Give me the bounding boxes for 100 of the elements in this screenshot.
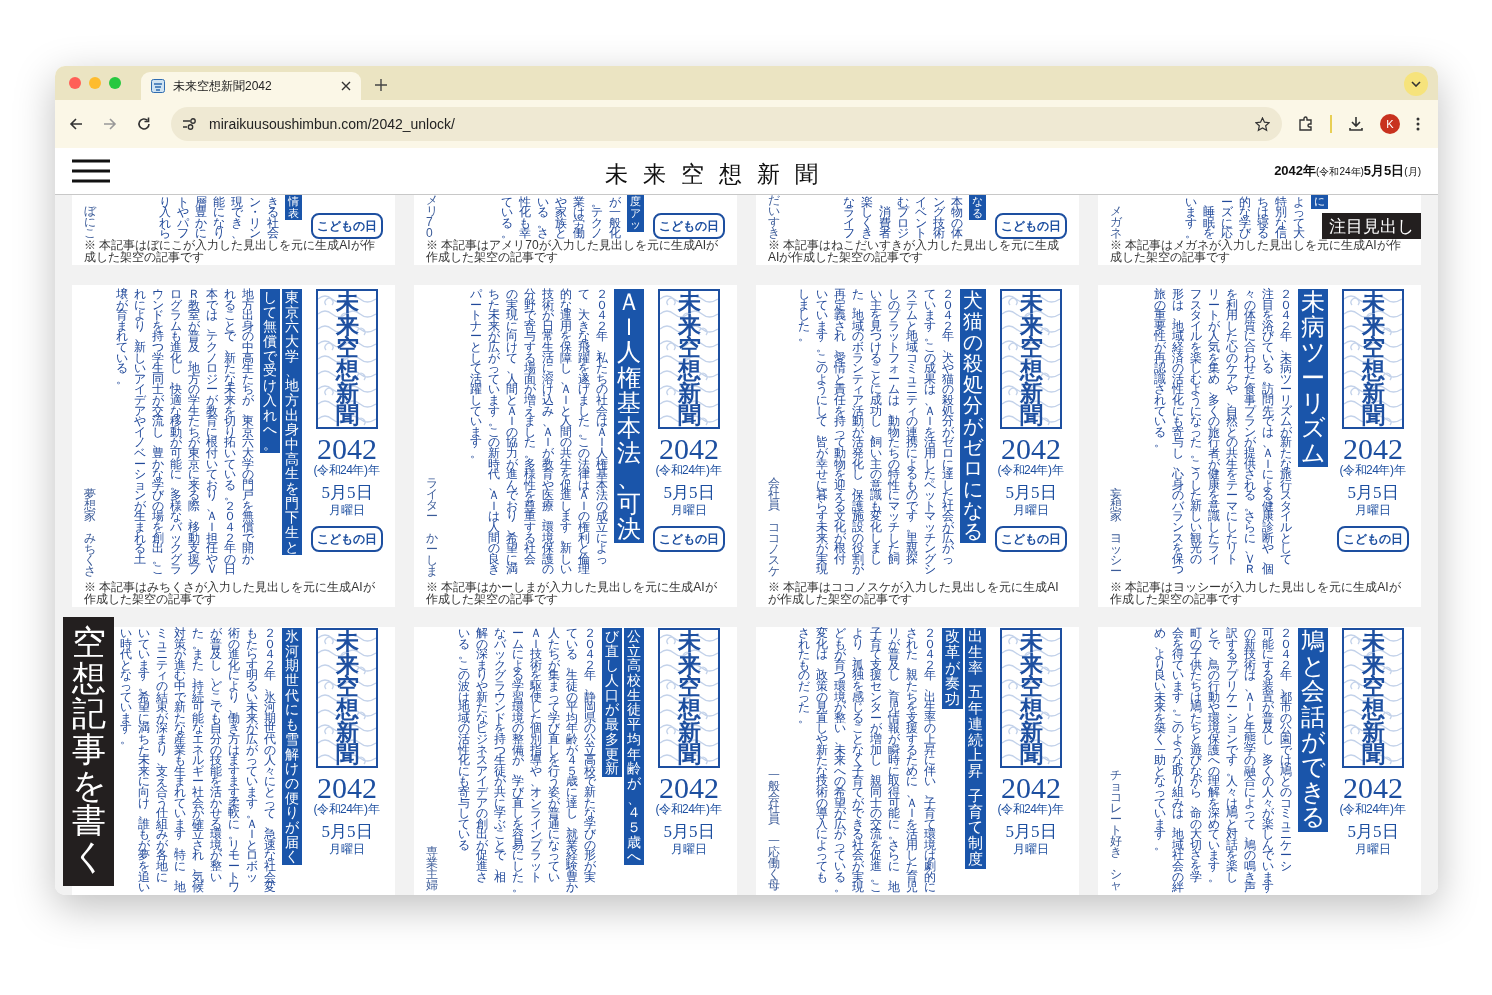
write-article-button[interactable]: 空想記事を書く bbox=[63, 617, 114, 886]
article-text: もたらす明るい未来が広がっています。ＡＩとロボッ bbox=[246, 628, 258, 883]
article-text: 変化は、政策の見直しや新たな技術の導入によっても bbox=[816, 628, 828, 883]
menu-icon[interactable] bbox=[72, 159, 110, 183]
article-text: の実現に向けて、人間とＡＩの協力が進んでおり、希望に満 bbox=[506, 289, 518, 576]
footnote-text: ※ 本記事はアメリ70が入力した見出しを元に生成AIが作成した架空の記事です bbox=[425, 239, 720, 265]
tag-button[interactable]: こどもの日 bbox=[653, 213, 725, 239]
weekday-text: 月曜日 bbox=[329, 504, 365, 516]
author-name: 夢想家 bbox=[84, 489, 96, 522]
headline-text: 改革が奏功 bbox=[945, 629, 960, 708]
headline-text: 公立高校生徒平均年齢が、４５歳へ bbox=[627, 629, 641, 864]
year-unit-text: 年 bbox=[1052, 803, 1065, 815]
article-text: ウンドを持つ学生同士が交流し、豊かな学びの場を創出。こ bbox=[152, 289, 164, 576]
forward-icon[interactable] bbox=[103, 117, 117, 131]
year-text: 2042 bbox=[1343, 773, 1403, 803]
article-text: ２０４２年、出生率の上昇に伴い、子育て環境は劇的に bbox=[924, 628, 936, 893]
headline-text: ＡＩ人権基本法、可決 bbox=[617, 290, 641, 542]
article-text: しました。 bbox=[798, 289, 810, 342]
close-icon[interactable] bbox=[341, 81, 351, 91]
article-text: 性化も幸 bbox=[519, 196, 531, 239]
author-name: ぼにこ bbox=[84, 206, 96, 239]
reload-icon[interactable] bbox=[137, 117, 151, 131]
author-name: かーしま bbox=[426, 533, 438, 577]
article-text: 層豊かに bbox=[195, 196, 207, 239]
masthead-title: 未来空想新聞 bbox=[677, 291, 701, 427]
download-icon[interactable] bbox=[1348, 116, 1364, 132]
author-name: 一応働く母 bbox=[768, 836, 780, 891]
article-text: 技術が日常生活に溶け込み、ＡＩが教育や医療、環境保護の bbox=[542, 289, 554, 576]
footnote-text: ※ 本記事はメガネが入力した見出しを元に生成AIが作成した架空の記事です bbox=[1109, 239, 1402, 265]
article-text: トやパフ bbox=[177, 196, 189, 239]
featured-label[interactable]: 注目見出し bbox=[1322, 213, 1421, 239]
masthead-title: 未来空想新聞 bbox=[335, 291, 359, 427]
tag-button[interactable]: こどもの日 bbox=[311, 213, 383, 239]
article-text: 形は、地域経済の活性化にも寄与し、心身のバランスを保つ bbox=[1172, 289, 1184, 576]
headline-text: なる bbox=[972, 196, 983, 220]
bookmark-star-icon[interactable] bbox=[1255, 116, 1270, 132]
tag-button[interactable]: こどもの日 bbox=[653, 526, 725, 552]
author-name: 会社員 bbox=[768, 478, 780, 511]
tab-search-button[interactable] bbox=[1404, 72, 1428, 96]
date-text: 5月5日 bbox=[663, 484, 715, 501]
headline-text: 出生率 bbox=[968, 629, 983, 677]
article-text: 再定義され、愛情と責任を持って動物を迎える文化が根付 bbox=[834, 289, 846, 565]
year-unit-text: 年 bbox=[1052, 464, 1065, 476]
tag-button[interactable]: こどもの日 bbox=[995, 213, 1067, 239]
article-text: 特別な信 bbox=[1275, 196, 1287, 239]
article-text: が一般化 bbox=[609, 196, 621, 239]
headline-text: 度アッ bbox=[630, 196, 641, 231]
date-text: 5月5日 bbox=[1005, 823, 1057, 840]
article-text: パートナーとして活躍しています。 bbox=[470, 289, 482, 459]
year-text: 2042 bbox=[659, 773, 719, 803]
era-text: (令和24年) bbox=[1339, 803, 1394, 815]
menu-icon[interactable] bbox=[1416, 117, 1420, 131]
date-text: 5月5日 bbox=[321, 823, 373, 840]
year-text: 2042 bbox=[317, 434, 377, 464]
address-bar[interactable]: miraikuusoushimbun.com/2042_unlock/ bbox=[171, 107, 1282, 141]
tag-button[interactable]: こどもの日 bbox=[1337, 526, 1409, 552]
article-text: なライフ bbox=[843, 196, 855, 239]
article-text: 会を得ています。このような取り組みは、地域社会の絆 bbox=[1172, 628, 1184, 893]
year-unit-text: 年 bbox=[1394, 803, 1407, 815]
url-text: miraikuusoushimbun.com/2042_unlock/ bbox=[209, 114, 456, 134]
tag-button[interactable]: こどもの日 bbox=[995, 526, 1067, 552]
back-icon[interactable] bbox=[69, 117, 83, 131]
author-name: みちくさ bbox=[84, 533, 96, 577]
article-text: リが普及し、育児情報が瞬時に取得可能に。さらに、地 bbox=[888, 628, 900, 893]
article-text: い主を見つけることに成功し、飼い主の意識も変化しまし bbox=[870, 289, 882, 565]
site-settings-icon[interactable] bbox=[183, 118, 197, 130]
article-text: ています。この成果は、ＡＩを活用したペットマッチングシ bbox=[924, 289, 936, 576]
profile-avatar[interactable]: K bbox=[1380, 114, 1400, 134]
year-text: 2042 bbox=[659, 434, 719, 464]
date-text: 5月5日 bbox=[321, 484, 373, 501]
tag-button[interactable]: こどもの日 bbox=[311, 526, 383, 552]
article-text: 業は労働 bbox=[573, 196, 585, 239]
author-name: メガネ bbox=[1110, 206, 1122, 239]
issue-date: 2042年(令和24年)5月5日(月) bbox=[1274, 162, 1421, 181]
footnote-text: ※ 本記事はかーしまが入力した見出しを元に生成AIが作成した架空の記事です bbox=[425, 581, 718, 607]
footnote-text: ※ 本記事はみちくさが入力した見出しを元に生成AIが作成した架空の記事です bbox=[83, 581, 376, 607]
footnote-text: ※ 本記事はココノスケが入力した見出しを元に生成AIが作成した架空の記事です bbox=[767, 581, 1060, 607]
extensions-icon[interactable] bbox=[1298, 116, 1314, 132]
article-text: ている。生徒の平均年齢が４５歳に達し、就業経験豊か bbox=[566, 628, 578, 893]
new-tab-icon[interactable] bbox=[375, 79, 387, 91]
author-name: メリ70 bbox=[426, 195, 438, 239]
year-unit-text: 年 bbox=[368, 803, 381, 815]
article-text: います。 bbox=[1185, 196, 1197, 239]
date-text: 5月5日 bbox=[1347, 823, 1399, 840]
date-text: 5月5日 bbox=[663, 823, 715, 840]
article-text: を利用した心のケアや、自然との共生をテーマにしたリト bbox=[1226, 289, 1238, 565]
weekday-text: 月曜日 bbox=[671, 843, 707, 855]
headline-text: 東京六大学、地方出身中高生を門下生と bbox=[285, 290, 299, 555]
article-text: きる社会 bbox=[267, 196, 279, 239]
article-text: 術の進化により、働き方はますます柔軟に。リモートワ bbox=[228, 628, 240, 893]
article-text: 解の深まりや新たなビジネスアイデアの創出が促進さ bbox=[476, 628, 488, 883]
headline-text: 犬猫の殺処分がゼロになる bbox=[963, 290, 983, 542]
author-name: 一般会社員 bbox=[768, 770, 780, 825]
browser-tab[interactable]: 未来空想新聞2042 bbox=[141, 72, 361, 100]
article-text: が普及し、どこでも自分の技能を活かせる環境が整い bbox=[210, 628, 222, 883]
era-text: (令和24年) bbox=[313, 803, 368, 815]
article-text: いる。この波は地域の活性化にも寄与している bbox=[458, 628, 470, 851]
year-text: 2042 bbox=[1343, 434, 1403, 464]
headline-text: 子育て制度 bbox=[968, 788, 983, 868]
weekday-text: 月曜日 bbox=[329, 843, 365, 855]
